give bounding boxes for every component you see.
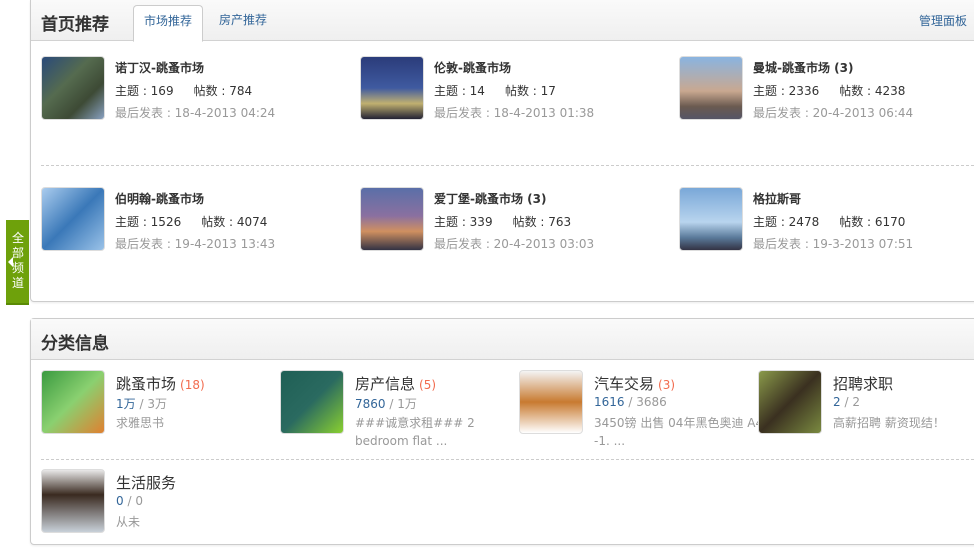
forum-thumbnail[interactable]	[360, 187, 424, 251]
forum-item[interactable]: 曼城-跳蚤市场 (3) 主题 : 2336 帖数 : 4238 最后发表 : 20…	[679, 56, 974, 122]
new-count: (18)	[180, 378, 205, 392]
divider	[41, 459, 974, 460]
forum-name[interactable]: 诺丁汉-跳蚤市场	[115, 59, 204, 76]
category-icon[interactable]	[41, 370, 105, 434]
recommend-panel: 首页推荐 市场推荐 房产推荐 管理面板 诺丁汉-跳蚤市场 主题 : 169 帖数 …	[30, 0, 974, 302]
forum-thumbnail[interactable]	[360, 56, 424, 120]
category-icon[interactable]	[519, 370, 583, 434]
post-count: 帖数 : 4238	[839, 84, 906, 98]
latest-post[interactable]: 3450镑 出售 04年黑色奥迪 A4 -1. ...	[594, 414, 764, 450]
last-post: 最后发表 : 18-4-2013 01:38	[434, 106, 595, 120]
post-count: 帖数 : 763	[512, 215, 572, 229]
section-title: 分类信息	[41, 334, 109, 354]
forum-thumbnail[interactable]	[679, 56, 743, 120]
forum-item[interactable]: 爱丁堡-跳蚤市场 (3) 主题 : 339 帖数 : 763 最后发表 : 20-…	[360, 187, 660, 253]
post-count: 帖数 : 6170	[839, 215, 906, 229]
last-post: 最后发表 : 20-4-2013 06:44	[753, 106, 914, 120]
total-count: 2	[852, 395, 860, 409]
section-title: 首页推荐	[41, 15, 109, 35]
topic-count: 主题 : 14	[434, 84, 485, 98]
category-icon[interactable]	[41, 469, 105, 533]
arrow-left-icon	[8, 257, 13, 267]
topic-count: 主题 : 339	[434, 215, 493, 229]
category-item[interactable]: 跳蚤市场 (18) 1万 / 3万 求雅思书	[41, 370, 281, 450]
manage-panel-link[interactable]: 管理面板	[919, 12, 967, 29]
category-icon[interactable]	[758, 370, 822, 434]
forum-name[interactable]: 格拉斯哥	[753, 190, 801, 207]
today-count: 1万	[116, 397, 136, 411]
post-count: 帖数 : 17	[504, 84, 556, 98]
topic-count: 主题 : 2478	[753, 215, 820, 229]
category-item[interactable]: 招聘求职 2 / 2 高薪招聘 薪资现结！	[758, 370, 974, 450]
forum-item[interactable]: 格拉斯哥 主题 : 2478 帖数 : 6170 最后发表 : 19-3-2013…	[679, 187, 974, 253]
category-name[interactable]: 生活服务	[116, 474, 176, 492]
divider	[41, 165, 974, 166]
latest-post[interactable]: ###诚意求租### 2 bedroom flat ...	[355, 414, 525, 450]
latest-post[interactable]: 从未	[116, 513, 286, 531]
last-post: 最后发表 : 19-4-2013 13:43	[115, 237, 276, 251]
total-count: 0	[135, 494, 143, 508]
last-post: 最后发表 : 19-3-2013 07:51	[753, 237, 914, 251]
last-post: 最后发表 : 20-4-2013 03:03	[434, 237, 595, 251]
recommend-header: 首页推荐 市场推荐 房产推荐 管理面板	[31, 0, 974, 42]
latest-post[interactable]: 求雅思书	[116, 414, 286, 432]
forum-thumbnail[interactable]	[41, 56, 105, 120]
new-count: (3)	[658, 378, 676, 392]
category-item[interactable]: 汽车交易 (3) 1616 / 3686 3450镑 出售 04年黑色奥迪 A4 …	[519, 370, 763, 450]
forum-thumbnail[interactable]	[41, 187, 105, 251]
categories-header: 分类信息	[31, 319, 974, 360]
forum-item[interactable]: 诺丁汉-跳蚤市场 主题 : 169 帖数 : 784 最后发表 : 18-4-20…	[41, 56, 341, 122]
category-name[interactable]: 招聘求职	[833, 375, 893, 393]
forum-name[interactable]: 爱丁堡-跳蚤市场 (3)	[434, 190, 546, 207]
today-count: 1616	[594, 395, 625, 409]
all-channels-tab[interactable]: 全部频道	[6, 220, 29, 305]
total-count: 3686	[636, 395, 667, 409]
category-name[interactable]: 汽车交易	[594, 375, 654, 393]
forum-name[interactable]: 伯明翰-跳蚤市场	[115, 190, 204, 207]
new-count: (5)	[419, 378, 437, 392]
post-count: 帖数 : 4074	[201, 215, 268, 229]
post-count: 帖数 : 784	[193, 84, 253, 98]
last-post: 最后发表 : 18-4-2013 04:24	[115, 106, 276, 120]
category-name[interactable]: 房产信息	[355, 375, 415, 393]
topic-count: 主题 : 1526	[115, 215, 182, 229]
category-item[interactable]: 生活服务 0 / 0 从未	[41, 469, 281, 549]
total-count: 1万	[397, 397, 417, 411]
total-count: 3万	[147, 397, 167, 411]
categories-panel: 分类信息 跳蚤市场 (18) 1万 / 3万 求雅思书 房产信息 (5) 7860 …	[30, 318, 974, 545]
tab-market[interactable]: 市场推荐	[133, 5, 204, 42]
forum-item[interactable]: 伦敦-跳蚤市场 主题 : 14 帖数 : 17 最后发表 : 18-4-2013 …	[360, 56, 660, 122]
today-count: 0	[116, 494, 124, 508]
topic-count: 主题 : 169	[115, 84, 174, 98]
topic-count: 主题 : 2336	[753, 84, 820, 98]
forum-item[interactable]: 伯明翰-跳蚤市场 主题 : 1526 帖数 : 4074 最后发表 : 19-4-…	[41, 187, 341, 253]
forum-thumbnail[interactable]	[679, 187, 743, 251]
forum-name[interactable]: 伦敦-跳蚤市场	[434, 59, 511, 76]
latest-post[interactable]: 高薪招聘 薪资现结！	[833, 414, 974, 432]
today-count: 2	[833, 395, 841, 409]
forum-name[interactable]: 曼城-跳蚤市场 (3)	[753, 59, 853, 76]
category-item[interactable]: 房产信息 (5) 7860 / 1万 ###诚意求租### 2 bedroom f…	[280, 370, 520, 450]
today-count: 7860	[355, 397, 386, 411]
category-icon[interactable]	[280, 370, 344, 434]
tab-property[interactable]: 房产推荐	[209, 5, 277, 41]
category-name[interactable]: 跳蚤市场	[116, 375, 176, 393]
